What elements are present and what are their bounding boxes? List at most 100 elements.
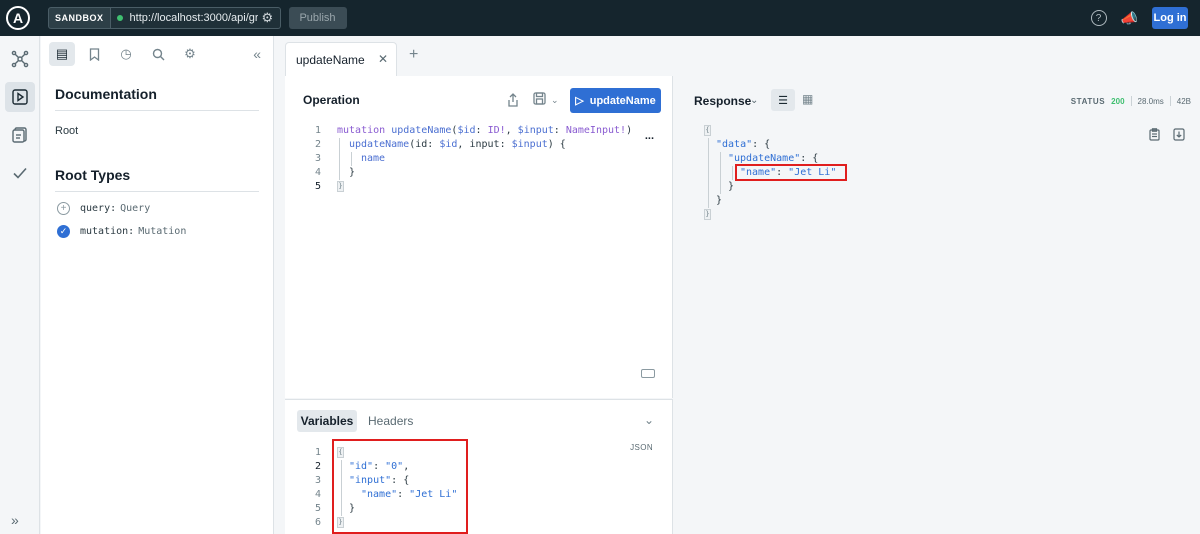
add-tab-icon[interactable]: +	[409, 46, 418, 64]
login-button[interactable]: Log in	[1152, 7, 1188, 29]
publish-button[interactable]: Publish	[288, 7, 347, 29]
expand-rail-icon[interactable]: »	[11, 512, 19, 528]
variables-highlight-box	[332, 439, 468, 534]
apollo-logo[interactable]: A	[0, 0, 36, 36]
docs-toolbar: ▤ ◷ ⚙ «	[41, 36, 273, 72]
fold-marker-icon[interactable]: }	[337, 180, 344, 192]
copy-icon[interactable]	[1149, 128, 1160, 144]
tab-variables[interactable]: Variables	[297, 410, 357, 432]
keyboard-icon[interactable]	[641, 369, 655, 378]
documentation-panel: ▤ ◷ ⚙ « Documentation Root Root Types + …	[41, 36, 274, 534]
top-bar: A SANDBOX http://localhost:3000/api/grap…	[0, 0, 1200, 36]
status-divider	[1169, 96, 1171, 106]
megaphone-icon[interactable]: 📣	[1121, 10, 1138, 27]
response-highlight-box	[735, 164, 847, 181]
plus-circle-icon[interactable]: +	[57, 202, 70, 215]
code-variable: $id	[457, 125, 476, 136]
history-icon[interactable]: ◷	[113, 42, 139, 66]
type-field-value[interactable]: Query	[120, 203, 150, 214]
operation-title: Operation	[303, 93, 360, 107]
share-icon[interactable]	[507, 93, 519, 110]
left-rail: »	[0, 36, 40, 534]
code-punct: :	[499, 139, 512, 150]
code-line: name	[337, 152, 637, 166]
json-key: "data"	[716, 139, 753, 150]
schema-icon[interactable]	[5, 44, 35, 74]
fold-marker-icon[interactable]: {	[704, 124, 711, 136]
code-punct: ,	[457, 139, 470, 150]
chevron-double-down-icon[interactable]: ⌄	[644, 413, 654, 427]
response-size: 42B	[1176, 96, 1191, 106]
code-variable: $input	[511, 139, 548, 150]
code-punct: :	[427, 139, 440, 150]
operation-line-numbers: 1 2 3 4 5	[307, 124, 321, 194]
help-icon[interactable]: ?	[1090, 10, 1107, 26]
docs-list-icon[interactable]: ▤	[49, 42, 75, 66]
type-field-value[interactable]: Mutation	[138, 226, 186, 237]
response-title[interactable]: Response	[694, 94, 751, 108]
status-code: 200	[1111, 96, 1125, 106]
code-type: ID!	[487, 125, 506, 136]
line-number: 2	[314, 139, 321, 150]
fold-marker-icon[interactable]: }	[704, 208, 711, 220]
root-types-title: Root Types	[55, 167, 259, 192]
line-number: 5	[314, 181, 321, 192]
root-type-query[interactable]: + query: Query	[57, 202, 257, 215]
tab-bar: updateName ✕ +	[275, 36, 1200, 76]
table-view-icon[interactable]: ▦	[802, 92, 813, 106]
documentation-title: Documentation	[55, 86, 259, 111]
code-line: "data": {	[716, 139, 771, 150]
variables-line-numbers: 1 2 3 4 5 6	[307, 446, 321, 530]
response-time: 28.0ms	[1137, 96, 1164, 106]
operation-editor[interactable]: mutation updateName($id: ID!, $input: Na…	[337, 124, 637, 194]
line-number: 1	[314, 125, 321, 136]
endpoint-url-input[interactable]: http://localhost:3000/api/graphql ⚙	[110, 7, 281, 29]
chevron-down-icon[interactable]: ⌄	[551, 95, 559, 106]
code-field: name	[361, 153, 386, 164]
sandbox-badge: SANDBOX	[48, 7, 111, 29]
line-number: 1	[314, 447, 321, 458]
checkmark-icon[interactable]	[5, 158, 35, 188]
close-icon[interactable]: ✕	[378, 52, 388, 66]
type-field-name: query:	[80, 203, 117, 214]
code-punct: )	[626, 125, 633, 136]
variables-panel: Variables Headers ⌄ JSON 1 2 3 4 5 6 { "…	[285, 399, 673, 534]
explorer-play-icon[interactable]	[4, 82, 35, 112]
collapse-docs-icon[interactable]: «	[253, 46, 261, 62]
settings-gear-icon[interactable]: ⚙	[177, 42, 203, 66]
json-key: "updateName"	[728, 153, 801, 164]
chevron-down-icon[interactable]: ⌄	[750, 95, 758, 106]
search-icon[interactable]	[145, 42, 171, 66]
operation-panel: Operation ⌄ ▷ updateName 1 2 3 4 5 mutat…	[285, 76, 673, 398]
root-type-mutation[interactable]: ✓ mutation: Mutation	[57, 225, 257, 238]
run-operation-button[interactable]: ▷ updateName	[570, 88, 661, 113]
code-field: updateName	[349, 139, 410, 150]
save-icon[interactable]	[533, 92, 546, 108]
line-number: 3	[314, 475, 321, 486]
tab-headers[interactable]: Headers	[368, 414, 413, 428]
line-number: 6	[314, 517, 321, 528]
gear-icon[interactable]: ⚙	[262, 10, 274, 26]
status-label: STATUS	[1070, 96, 1106, 106]
bookmark-icon[interactable]	[81, 42, 107, 66]
code-variable: $input	[517, 125, 554, 136]
line-number: 4	[314, 167, 321, 178]
indent-guide	[732, 166, 733, 180]
apollo-logo-icon: A	[6, 6, 30, 30]
breadcrumb-root[interactable]: Root	[55, 125, 259, 137]
text-view-icon[interactable]: ☰	[771, 89, 795, 111]
code-line: }	[337, 180, 637, 194]
code-line: updateName(id: $id, input: $input) {	[337, 138, 637, 152]
check-circle-icon[interactable]: ✓	[57, 225, 70, 238]
line-number: 5	[314, 503, 321, 514]
checks-document-icon[interactable]	[5, 120, 35, 150]
code-line: }	[716, 195, 723, 206]
code-argument: input	[469, 139, 500, 150]
json-format-label: JSON	[630, 443, 653, 452]
line-number: 3	[314, 153, 321, 164]
tab-updatename[interactable]: updateName ✕	[285, 42, 397, 76]
code-variable: $id	[439, 139, 458, 150]
more-options-icon[interactable]: ...	[645, 130, 654, 142]
download-icon[interactable]	[1173, 128, 1185, 144]
code-type: NameInput!	[565, 125, 627, 136]
